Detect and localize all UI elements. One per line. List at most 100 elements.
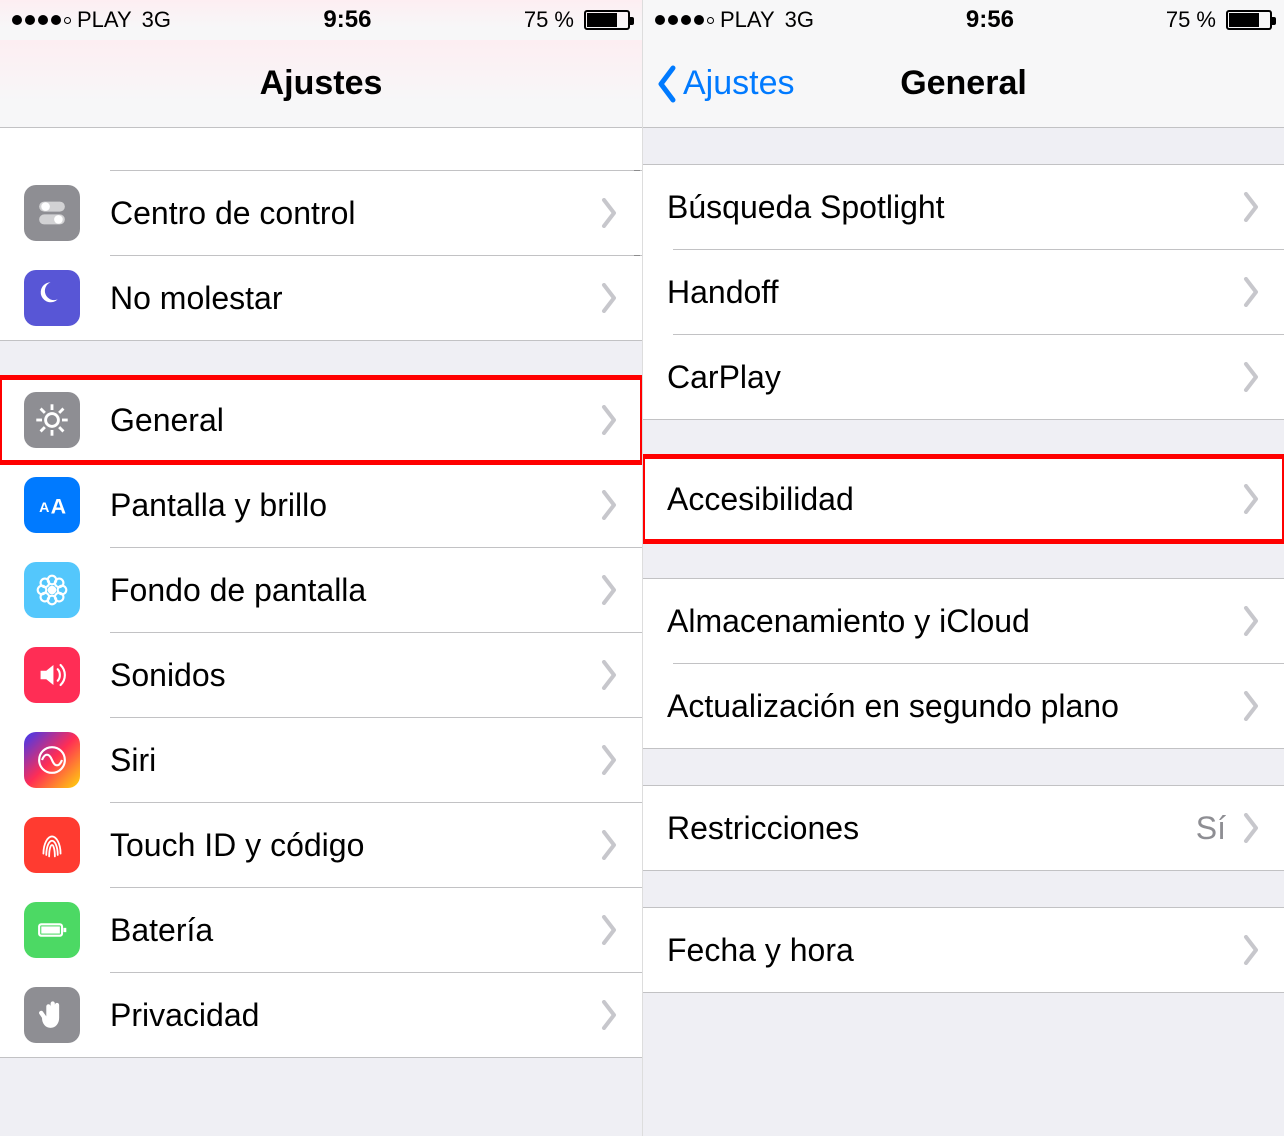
row-label: Siri [110,742,600,779]
chevron-right-icon [1242,362,1260,392]
row-siri[interactable]: Siri [0,718,642,802]
row-carplay[interactable]: CarPlay [643,335,1284,419]
row-label: Búsqueda Spotlight [667,189,1242,226]
row-display[interactable]: Pantalla y brillo [0,463,642,547]
moon-icon [24,270,80,326]
settings-list: Centro de control No molestar General Pa… [0,128,642,1058]
aa-icon [24,477,80,533]
row-spotlight[interactable]: Búsqueda Spotlight [643,165,1284,249]
row-dnd[interactable]: No molestar [0,256,642,340]
settings-group: Restricciones Sí [643,785,1284,871]
row-restrictions[interactable]: Restricciones Sí [643,786,1284,870]
row-general[interactable]: General [0,378,642,462]
settings-group: Almacenamiento y iCloud Actualización en… [643,578,1284,749]
signal-icon [12,15,71,25]
row-sounds[interactable]: Sonidos [0,633,642,717]
gear-icon [24,392,80,448]
chevron-right-icon [600,660,618,690]
status-left: PLAY 3G [655,7,814,33]
speaker-icon [24,647,80,703]
settings-group: Accesibilidad [643,456,1284,542]
status-right: 75 % [524,7,630,33]
signal-icon [655,15,714,25]
chevron-right-icon [600,490,618,520]
row-datetime[interactable]: Fecha y hora [643,908,1284,992]
hand-icon [24,987,80,1043]
row-touchid[interactable]: Touch ID y código [0,803,642,887]
chevron-right-icon [1242,935,1260,965]
page-title: Ajustes [260,64,383,103]
chevron-right-icon [600,575,618,605]
row-label: Batería [110,912,600,949]
row-label: CarPlay [667,359,1242,396]
status-left: PLAY 3G [12,7,171,33]
flower-icon [24,562,80,618]
settings-group: Fecha y hora [643,907,1284,993]
settings-group: General Pantalla y brillo Fondo de panta… [0,377,642,1058]
chevron-right-icon [1242,691,1260,721]
chevron-right-icon [1242,277,1260,307]
chevron-right-icon [1242,606,1260,636]
page-title: General [900,64,1027,103]
network-type: 3G [785,7,814,33]
clock: 9:56 [323,6,371,34]
network-type: 3G [142,7,171,33]
row-label: Pantalla y brillo [110,487,600,524]
status-right: 75 % [1166,7,1272,33]
row-label: Privacidad [110,997,600,1034]
chevron-right-icon [600,283,618,313]
chevron-right-icon [600,830,618,860]
row-wallpaper[interactable]: Fondo de pantalla [0,548,642,632]
battery-icon [24,902,80,958]
row-label: General [110,402,600,439]
row-label: Centro de control [110,195,600,232]
siri-icon [24,732,80,788]
chevron-right-icon [1242,484,1260,514]
carrier-label: PLAY [720,7,775,33]
chevron-left-icon [655,64,679,104]
row-partial[interactable] [0,128,642,170]
chevron-right-icon [600,745,618,775]
fingerprint-icon [24,817,80,873]
row-storage[interactable]: Almacenamiento y iCloud [643,579,1284,663]
back-button[interactable]: Ajustes [655,64,795,104]
settings-group: Búsqueda Spotlight Handoff CarPlay [643,164,1284,420]
battery-icon [584,10,630,30]
row-label: Fondo de pantalla [110,572,600,609]
row-privacy[interactable]: Privacidad [0,973,642,1057]
chevron-right-icon [1242,192,1260,222]
navbar: Ajustes [0,40,642,128]
row-label: Actualización en segundo plano [667,688,1242,725]
clock: 9:56 [966,6,1014,34]
row-label: Accesibilidad [667,481,1242,518]
settings-group: Centro de control No molestar [0,128,642,341]
battery-percent: 75 % [1166,7,1216,33]
chevron-right-icon [600,915,618,945]
screen-settings-main: PLAY 3G 9:56 75 % Ajustes Centro de cont… [0,0,642,1136]
battery-percent: 75 % [524,7,574,33]
chevron-right-icon [600,1000,618,1030]
chevron-right-icon [1242,813,1260,843]
row-label: Handoff [667,274,1242,311]
status-bar: PLAY 3G 9:56 75 % [0,0,642,40]
navbar: Ajustes General [643,40,1284,128]
carrier-label: PLAY [77,7,132,33]
back-label: Ajustes [683,64,795,103]
row-label: Sonidos [110,657,600,694]
row-detail: Sí [1196,810,1226,847]
row-label: Fecha y hora [667,932,1242,969]
row-bg-refresh[interactable]: Actualización en segundo plano [643,664,1284,748]
general-list: Búsqueda Spotlight Handoff CarPlay Acces… [643,128,1284,993]
screen-general: PLAY 3G 9:56 75 % Ajustes General Búsque… [642,0,1284,1136]
row-accessibility[interactable]: Accesibilidad [643,457,1284,541]
row-handoff[interactable]: Handoff [643,250,1284,334]
row-label: No molestar [110,280,600,317]
status-bar: PLAY 3G 9:56 75 % [643,0,1284,40]
battery-icon [1226,10,1272,30]
row-battery[interactable]: Batería [0,888,642,972]
row-control-center[interactable]: Centro de control [0,171,642,255]
row-label: Touch ID y código [110,827,600,864]
chevron-right-icon [600,198,618,228]
row-label: Almacenamiento y iCloud [667,603,1242,640]
toggles-icon [24,185,80,241]
